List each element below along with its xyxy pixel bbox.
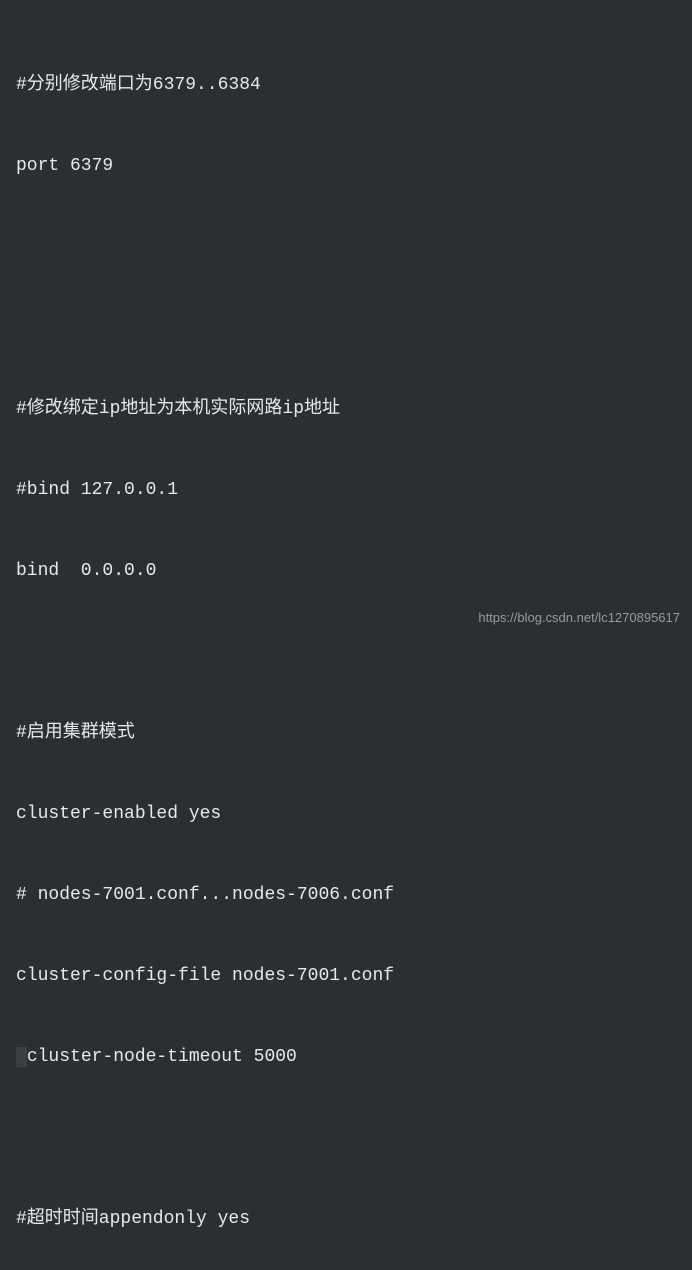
config-line: cluster-config-file nodes-7001.conf: [16, 963, 676, 990]
config-line: [16, 315, 676, 342]
config-line: port 6379: [16, 153, 676, 180]
config-line: #超时时间appendonly yes: [16, 1206, 676, 1233]
config-line: [16, 639, 676, 666]
config-line: bind 0.0.0.0: [16, 558, 676, 585]
config-line: [16, 234, 676, 261]
config-line: #bind 127.0.0.1: [16, 477, 676, 504]
config-line: #启用集群模式: [16, 720, 676, 747]
config-line: # nodes-7001.conf...nodes-7006.conf: [16, 882, 676, 909]
watermark-text: https://blog.csdn.net/lc1270895617: [478, 608, 680, 628]
config-line: #分别修改端口为6379..6384: [16, 72, 676, 99]
config-file-content[interactable]: #分别修改端口为6379..6384 port 6379 #修改绑定ip地址为本…: [16, 18, 676, 1270]
config-line: [16, 1125, 676, 1152]
config-line: #修改绑定ip地址为本机实际网路ip地址: [16, 396, 676, 423]
config-line: cluster-enabled yes: [16, 801, 676, 828]
config-line-highlighted: cluster-node-timeout 5000: [16, 1044, 676, 1071]
